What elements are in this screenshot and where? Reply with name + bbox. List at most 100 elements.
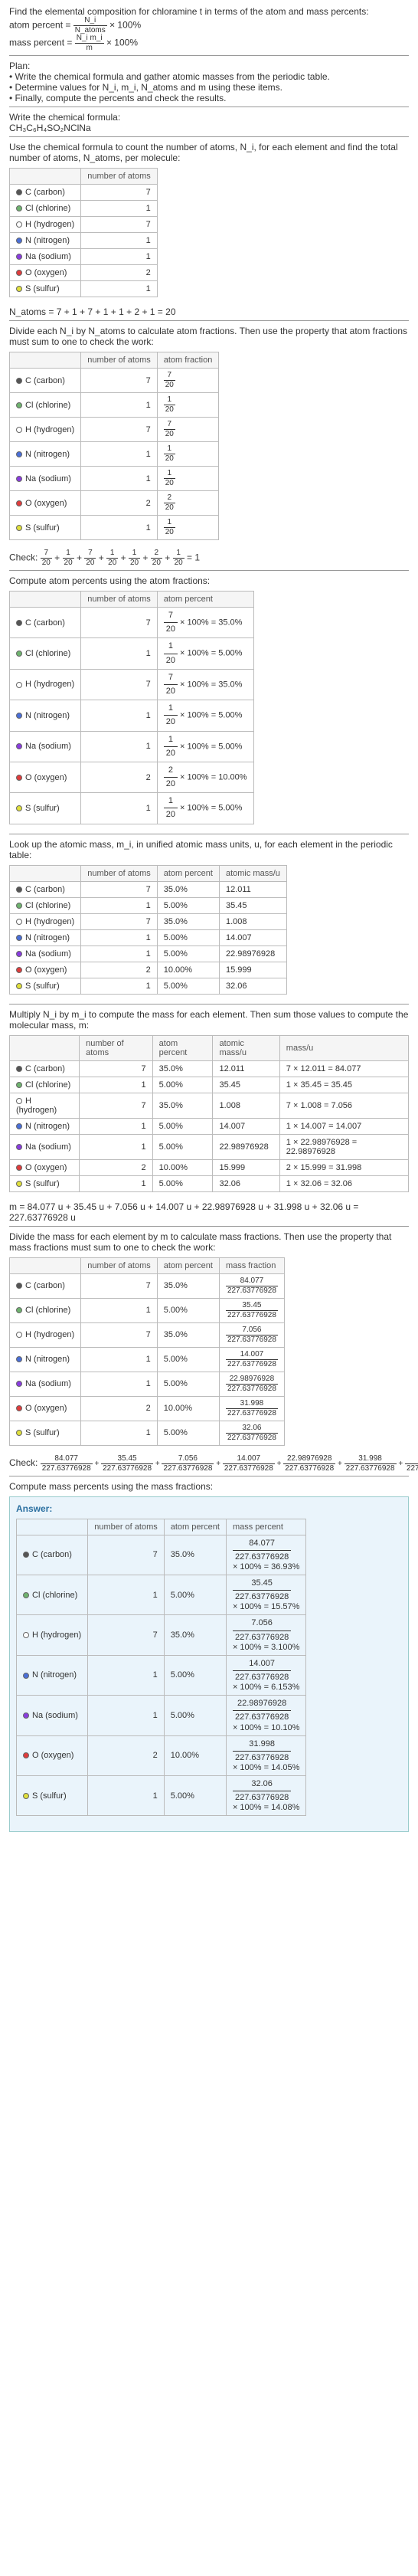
atom-frac-heading: Divide each N_i by N_atoms to calculate … (9, 326, 409, 347)
plan-heading: Plan: (9, 61, 409, 71)
chemical-formula: CH₃C₆H₄SO₂NClNa (9, 123, 409, 133)
molecular-mass-table: number of atomsatom percentatomic mass/u… (9, 1035, 409, 1192)
element-color-dot (16, 951, 22, 957)
element-color-dot (16, 743, 22, 749)
table-row: C (carbon)735.0%12.0117 × 12.011 = 84.07… (10, 1060, 409, 1077)
element-color-dot (16, 238, 22, 244)
element-color-dot (16, 1181, 22, 1187)
element-color-dot (16, 805, 22, 811)
element-color-dot (16, 525, 22, 531)
table-row: H (hydrogen)735.0%7.056227.63776928× 100… (17, 1615, 306, 1655)
element-color-dot (16, 620, 22, 626)
atom-frac-check: Check: 720 + 120 + 720 + 120 + 120 + 220… (9, 549, 409, 567)
table-row: Na (sodium)15.00%22.98976928227.63776928… (17, 1696, 306, 1735)
table-row: H (hydrogen)7720 (10, 418, 219, 442)
atomic-mass-table: number of atomsatom percentatomic mass/u… (9, 865, 287, 995)
element-color-dot (16, 451, 22, 457)
element-color-dot (16, 402, 22, 408)
element-color-dot (16, 500, 22, 506)
divider (9, 136, 409, 137)
element-color-dot (16, 983, 22, 989)
element-color-dot (16, 254, 22, 260)
table-row: C (carbon)735.0%84.077227.63776928 (10, 1273, 285, 1298)
table-row: N (nitrogen)15.00%14.007 (10, 929, 287, 946)
element-color-dot (16, 775, 22, 781)
table-row: H (hydrogen)7 (10, 217, 158, 233)
table-row: Na (sodium)1 (10, 249, 158, 265)
plan-b1: • Write the chemical formula and gather … (9, 71, 409, 82)
element-color-dot (16, 651, 22, 657)
plan-b3: • Finally, compute the percents and chec… (9, 93, 409, 103)
element-color-dot (16, 919, 22, 925)
atom-percent-heading: Compute atom percents using the atom fra… (9, 575, 409, 586)
table-row: C (carbon)7720 (10, 369, 219, 393)
element-color-dot (16, 1165, 22, 1171)
table-row: O (oxygen)2220 (10, 491, 219, 516)
divider (9, 55, 409, 56)
table-row: Cl (chlorine)15.00%35.45227.63776928× 10… (17, 1575, 306, 1615)
table-row: O (oxygen)210.00%31.998227.63776928 (10, 1396, 285, 1421)
element-color-dot (16, 427, 22, 433)
table-row: S (sulfur)15.00%32.061 × 32.06 = 32.06 (10, 1175, 409, 1191)
element-color-dot (16, 1283, 22, 1289)
table-row: O (oxygen)210.00%15.9992 × 15.999 = 31.9… (10, 1159, 409, 1175)
answer-box: Answer: number of atomsatom percentmass … (9, 1496, 409, 1833)
table-row: S (sulfur)15.00%32.06 (10, 978, 287, 994)
element-color-dot (16, 1356, 22, 1362)
element-color-dot (16, 1082, 22, 1088)
table-row: C (carbon)7720 × 100% = 35.0% (10, 608, 254, 638)
element-color-dot (16, 1123, 22, 1129)
table-row: C (carbon)735.0%84.077227.63776928× 100%… (17, 1535, 306, 1575)
element-color-dot (23, 1712, 29, 1719)
table-row: Cl (chlorine)1120 (10, 393, 219, 418)
natoms-equation: N_atoms = 7 + 1 + 7 + 1 + 1 + 2 + 1 = 20 (9, 306, 409, 317)
element-color-dot (16, 1381, 22, 1387)
table-row: H (hydrogen)735.0%1.008 (10, 913, 287, 929)
molecular-mass-heading: Multiply N_i by m_i to compute the mass … (9, 1009, 409, 1031)
table-row: Cl (chlorine)15.00%35.45227.63776928 (10, 1298, 285, 1322)
element-color-dot (16, 1430, 22, 1436)
element-color-dot (23, 1673, 29, 1679)
element-color-dot (16, 713, 22, 719)
element-color-dot (16, 887, 22, 893)
element-color-dot (16, 270, 22, 276)
table-row: N (nitrogen)15.00%14.0071 × 14.007 = 14.… (10, 1118, 409, 1134)
mass-frac-check: Check: 84.077227.63776928 + 35.45227.637… (9, 1455, 409, 1473)
element-color-dot (16, 967, 22, 973)
element-color-dot (16, 1307, 22, 1313)
element-color-dot (23, 1592, 29, 1598)
element-color-dot (16, 903, 22, 909)
write-formula-heading: Write the chemical formula: (9, 112, 409, 123)
table-row: Cl (chlorine)1 (10, 201, 158, 217)
element-color-dot (16, 935, 22, 941)
element-color-dot (16, 378, 22, 384)
divider (9, 1004, 409, 1005)
element-color-dot (16, 1098, 22, 1104)
mass-frac-table: number of atomsatom percentmass fraction… (9, 1257, 285, 1446)
element-color-dot (23, 1752, 29, 1758)
element-color-dot (16, 682, 22, 688)
table-row: S (sulfur)1120 × 100% = 5.00% (10, 793, 254, 824)
mass-percent-formula: mass percent = N_i m_im × 100% (9, 34, 409, 52)
intro-line1: Find the elemental composition for chlor… (9, 6, 409, 17)
table-row: N (nitrogen)1120 (10, 442, 219, 467)
element-color-dot (16, 189, 22, 195)
table-row: N (nitrogen)15.00%14.007227.63776928× 10… (17, 1655, 306, 1695)
table-row: S (sulfur)15.00%32.06227.63776928 (10, 1421, 285, 1445)
plan-b2: • Determine values for N_i, m_i, N_atoms… (9, 82, 409, 93)
element-color-dot (23, 1552, 29, 1558)
mass-percent-heading: Compute mass percents using the mass fra… (9, 1481, 409, 1492)
table-row: C (carbon)7 (10, 185, 158, 201)
table-row: O (oxygen)210.00%15.999 (10, 962, 287, 978)
divider (9, 320, 409, 321)
atomic-mass-heading: Look up the atomic mass, m_i, in unified… (9, 839, 409, 860)
count-atoms-table: number of atoms C (carbon)7Cl (chlorine)… (9, 168, 158, 297)
atom-percent-formula: atom percent = N_iN_atoms × 100% (9, 17, 409, 34)
element-color-dot (16, 286, 22, 292)
table-row: Na (sodium)15.00%22.989769281 × 22.98976… (10, 1134, 409, 1159)
count-atoms-heading: Use the chemical formula to count the nu… (9, 142, 409, 163)
table-row: Na (sodium)1120 × 100% = 5.00% (10, 731, 254, 762)
element-color-dot (16, 1066, 22, 1072)
element-color-dot (16, 205, 22, 211)
atom-frac-table: number of atomsatom fraction C (carbon)7… (9, 352, 219, 540)
